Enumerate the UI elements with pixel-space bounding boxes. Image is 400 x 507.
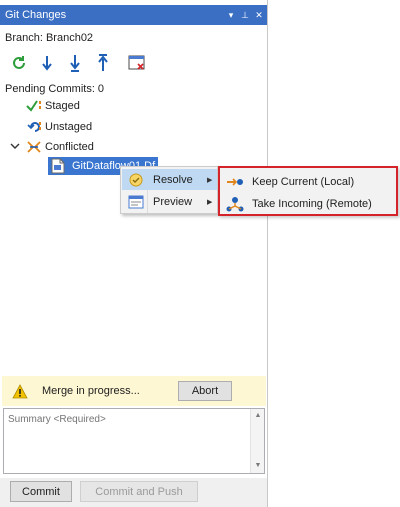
dropdown-icon[interactable]: ▾ bbox=[225, 5, 237, 25]
menu-item-take-incoming[interactable]: Take Incoming (Remote) bbox=[222, 193, 394, 214]
summary-input[interactable] bbox=[8, 411, 246, 427]
take-incoming-label: Take Incoming (Remote) bbox=[252, 197, 372, 210]
scroll-up-icon[interactable]: ▲ bbox=[251, 410, 265, 422]
fetch-button[interactable] bbox=[36, 52, 58, 74]
pull-button[interactable] bbox=[64, 52, 86, 74]
preview-label: Preview bbox=[153, 195, 193, 208]
tree-node-conflicted[interactable]: Conflicted bbox=[26, 138, 94, 155]
staged-check-icon bbox=[26, 98, 42, 114]
context-menu: Resolve ▶ Preview ▶ bbox=[120, 166, 218, 214]
keep-current-label: Keep Current (Local) bbox=[252, 175, 355, 188]
keep-current-icon bbox=[224, 176, 246, 188]
menu-item-keep-current[interactable]: Keep Current (Local) bbox=[222, 171, 394, 192]
conflicted-label: Conflicted bbox=[45, 140, 94, 153]
commit-bar: Commit Commit and Push bbox=[0, 478, 267, 507]
take-incoming-icon bbox=[224, 196, 246, 212]
staged-label: Staged bbox=[45, 99, 80, 112]
submenu-arrow-icon: ▶ bbox=[207, 198, 213, 206]
merge-banner: Merge in progress... Abort bbox=[2, 376, 266, 406]
push-button[interactable] bbox=[92, 52, 114, 74]
pin-icon[interactable]: ⊥ bbox=[239, 5, 251, 25]
tree-node-staged[interactable]: Staged bbox=[26, 97, 80, 114]
resolve-submenu: Keep Current (Local) Take Incoming (Remo… bbox=[218, 166, 398, 216]
warning-icon bbox=[12, 383, 28, 399]
summary-textarea[interactable]: ▲ ▼ bbox=[3, 408, 265, 474]
sync-icon bbox=[13, 56, 25, 69]
preview-icon bbox=[125, 195, 147, 209]
file-icon bbox=[50, 158, 66, 174]
push-icon bbox=[98, 54, 108, 71]
view-window-button[interactable] bbox=[126, 52, 148, 74]
menu-item-preview[interactable]: Preview ▶ bbox=[122, 191, 217, 212]
chevron-down-icon[interactable] bbox=[10, 141, 20, 151]
close-icon[interactable]: ✕ bbox=[253, 5, 265, 25]
menu-item-resolve[interactable]: Resolve ▶ bbox=[122, 169, 217, 190]
summary-scrollbar[interactable]: ▲ ▼ bbox=[250, 409, 264, 473]
fetch-icon bbox=[42, 56, 52, 71]
unstaged-label: Unstaged bbox=[45, 120, 93, 133]
view-window-icon bbox=[128, 55, 145, 70]
git-changes-panel: Git Changes ▾ ⊥ ✕ Branch: Branch02 Pendi… bbox=[0, 0, 268, 507]
scroll-down-icon[interactable]: ▼ bbox=[251, 460, 265, 472]
panel-titlebar: Git Changes ▾ ⊥ ✕ bbox=[0, 5, 267, 25]
resolve-icon bbox=[125, 172, 147, 188]
submenu-arrow-icon: ▶ bbox=[207, 176, 213, 184]
unstaged-undo-icon bbox=[26, 119, 42, 135]
conflict-icon bbox=[26, 139, 42, 155]
pull-icon bbox=[70, 55, 80, 72]
commit-button[interactable]: Commit bbox=[10, 481, 72, 502]
merge-message: Merge in progress... bbox=[42, 385, 140, 397]
resolve-label: Resolve bbox=[153, 173, 193, 186]
toolbar bbox=[8, 52, 154, 74]
tree-node-unstaged[interactable]: Unstaged bbox=[26, 118, 92, 135]
commit-and-push-button[interactable]: Commit and Push bbox=[80, 481, 198, 502]
abort-button[interactable]: Abort bbox=[178, 381, 232, 401]
panel-title: Git Changes bbox=[5, 9, 67, 21]
pending-commits-label: Pending Commits: 0 bbox=[5, 83, 105, 95]
sync-button[interactable] bbox=[8, 52, 30, 74]
branch-label: Branch: Branch02 bbox=[5, 32, 94, 44]
